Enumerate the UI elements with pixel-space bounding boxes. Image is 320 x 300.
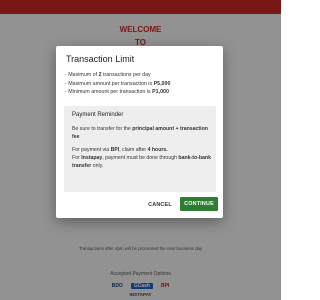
payment-reminder-box: Payment Reminder Be sure to transfer for… bbox=[64, 106, 216, 192]
limits-list: - Maximum of 2 transactions per day - Ma… bbox=[65, 71, 217, 97]
limit-item-max-transactions: - Maximum of 2 transactions per day bbox=[65, 72, 151, 78]
continue-button[interactable]: CONTINUE bbox=[180, 197, 218, 211]
limit-item-max-amount: - Maximum amount per transaction is P5,0… bbox=[65, 80, 171, 87]
limit-item-min-amount: - Minimum amount per transaction is P1,0… bbox=[65, 89, 169, 95]
reminder-claim-text: For payment via BPI, claim after 4 hours… bbox=[72, 147, 211, 169]
dialog-title: Transaction Limit bbox=[66, 54, 135, 64]
transaction-limit-dialog: Transaction Limit - Maximum of 2 transac… bbox=[56, 46, 223, 218]
reminder-principal-text: Be sure to transfer for the principal am… bbox=[72, 126, 208, 140]
cancel-button[interactable]: CANCEL bbox=[144, 198, 176, 211]
reminder-title: Payment Reminder bbox=[72, 112, 124, 118]
